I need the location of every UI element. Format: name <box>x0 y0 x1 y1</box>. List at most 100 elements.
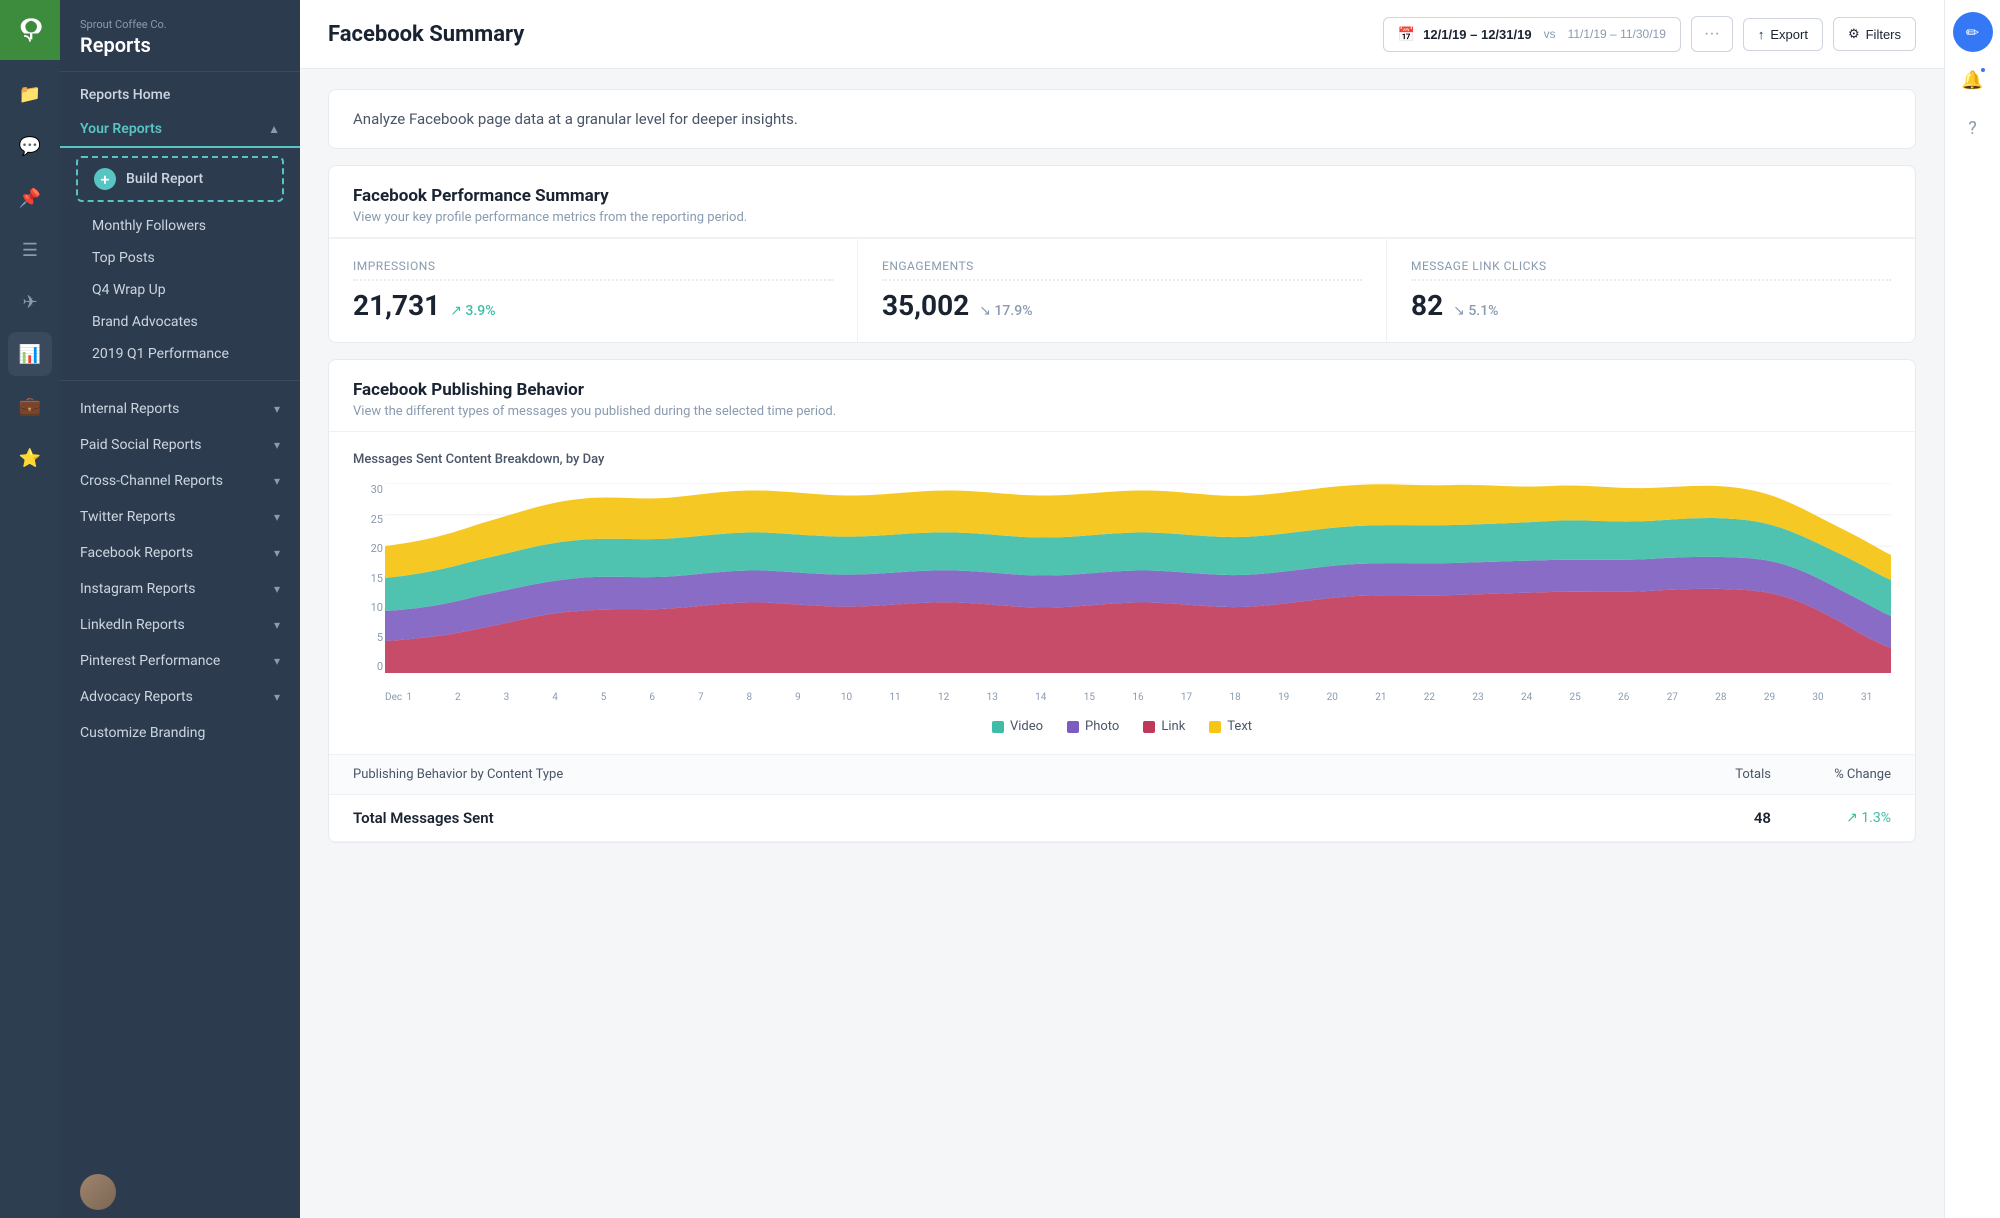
rail-star-icon[interactable]: ⭐ <box>8 436 52 480</box>
rail-pin-icon[interactable]: 📌 <box>8 176 52 220</box>
chevron-down-icon: ▾ <box>274 402 280 416</box>
sidebar-section-branding[interactable]: Customize Branding <box>60 715 300 751</box>
sidebar-section-advocacy[interactable]: Advocacy Reports ▾ <box>60 679 300 715</box>
sidebar-item-top-posts[interactable]: Top Posts <box>60 242 300 274</box>
y-label-10: 10 <box>353 601 383 614</box>
y-label-15: 15 <box>353 572 383 585</box>
right-rail: ✏ 🔔 ? <box>1944 0 2000 1218</box>
pub-table-row-0-value: 48 <box>1651 809 1771 827</box>
publishing-behavior-header: Facebook Publishing Behavior View the di… <box>329 360 1915 432</box>
engagements-change: ↘ 17.9% <box>979 303 1032 319</box>
sidebar-group-your-reports[interactable]: Your Reports ▲ <box>60 112 300 148</box>
sidebar-item-q4-wrap-up[interactable]: Q4 Wrap Up <box>60 274 300 306</box>
chart-x-labels: 1 2 3 4 5 6 7 8 9 10 11 12 13 14 <box>385 675 1891 703</box>
engagements-value: 35,002 <box>882 289 969 322</box>
x-label-7: 7 <box>676 692 725 703</box>
sidebar-build-report[interactable]: + Build Report <box>76 156 284 202</box>
export-button[interactable]: ↑ Export <box>1743 18 1823 51</box>
sidebar-section-cross-channel[interactable]: Cross-Channel Reports ▾ <box>60 463 300 499</box>
x-label-19: 19 <box>1259 692 1308 703</box>
y-label-30: 30 <box>353 483 383 496</box>
pub-table: Publishing Behavior by Content Type Tota… <box>329 754 1915 842</box>
x-label-22: 22 <box>1405 692 1454 703</box>
sidebar: Sprout Coffee Co. Reports Reports Home Y… <box>60 0 300 1218</box>
legend-video-label: Video <box>1010 719 1043 734</box>
sidebar-section-internal[interactable]: Internal Reports ▾ <box>60 391 300 427</box>
legend-link: Link <box>1143 719 1185 734</box>
x-label-24: 24 <box>1502 692 1551 703</box>
x-label-4: 4 <box>531 692 580 703</box>
sidebar-brand: Sprout Coffee Co. Reports <box>60 0 300 72</box>
x-label-9: 9 <box>774 692 823 703</box>
chart-legend: Video Photo Link Text <box>353 719 1891 734</box>
chart-title: Messages Sent Content Breakdown, by Day <box>353 452 1891 467</box>
link-clicks-label: Message Link Clicks <box>1411 259 1891 281</box>
chevron-down-icon: ▾ <box>274 510 280 524</box>
legend-photo: Photo <box>1067 719 1119 734</box>
pub-table-col-change: % Change <box>1771 767 1891 782</box>
rail-briefcase-icon[interactable]: 💼 <box>8 384 52 428</box>
chevron-down-icon: ▾ <box>274 690 280 704</box>
legend-photo-dot <box>1067 721 1079 733</box>
legend-video-dot <box>992 721 1004 733</box>
filters-button[interactable]: ⚙ Filters <box>1833 17 1916 51</box>
publishing-behavior-title: Facebook Publishing Behavior <box>353 380 1891 400</box>
sidebar-item-reports-home[interactable]: Reports Home <box>60 78 300 112</box>
chart-svg-area <box>385 483 1891 673</box>
performance-summary-title: Facebook Performance Summary <box>353 186 1891 206</box>
date-vs-label: vs <box>1544 27 1556 41</box>
sidebar-section-twitter[interactable]: Twitter Reports ▾ <box>60 499 300 535</box>
sidebar-section-linkedin[interactable]: LinkedIn Reports ▾ <box>60 607 300 643</box>
date-range-button[interactable]: 📅 12/1/19 – 12/31/19 vs 11/1/19 – 11/30/… <box>1383 17 1681 52</box>
help-icon: ? <box>1968 118 1977 139</box>
rail-list-icon[interactable]: ☰ <box>8 228 52 272</box>
metric-impressions: Impressions 21,731 ↗ 3.9% <box>329 239 858 342</box>
y-label-0: 0 <box>353 660 383 673</box>
more-options-button[interactable]: ··· <box>1691 16 1733 52</box>
sidebar-item-2019-q1[interactable]: 2019 Q1 Performance <box>60 338 300 370</box>
metrics-row: Impressions 21,731 ↗ 3.9% Engagements 35… <box>329 238 1915 342</box>
rail-send-icon[interactable]: ✈ <box>8 280 52 324</box>
date-comparison: 11/1/19 – 11/30/19 <box>1568 27 1666 41</box>
main-header: Facebook Summary 📅 12/1/19 – 12/31/19 vs… <box>300 0 1944 69</box>
rail-inbox-icon[interactable]: 💬 <box>8 124 52 168</box>
x-label-27: 27 <box>1648 692 1697 703</box>
compose-button[interactable]: ✏ <box>1953 12 1993 52</box>
x-label-11: 11 <box>871 692 920 703</box>
notifications-button[interactable]: 🔔 <box>1953 60 1993 100</box>
x-label-2: 2 <box>434 692 483 703</box>
chart-svg <box>385 483 1891 673</box>
rail-folder-icon[interactable]: 📁 <box>8 72 52 116</box>
sidebar-item-monthly-followers[interactable]: Monthly Followers <box>60 210 300 242</box>
legend-text: Text <box>1209 719 1252 734</box>
performance-summary-subtitle: View your key profile performance metric… <box>353 210 1891 225</box>
x-label-12: 12 <box>919 692 968 703</box>
x-label-25: 25 <box>1551 692 1600 703</box>
x-label-8: 8 <box>725 692 774 703</box>
brand-name: Sprout Coffee Co. <box>80 18 280 31</box>
page-title: Facebook Summary <box>328 22 524 47</box>
sidebar-section-paid-social[interactable]: Paid Social Reports ▾ <box>60 427 300 463</box>
x-label-29: 29 <box>1745 692 1794 703</box>
sprout-icon <box>16 16 44 44</box>
rail-chart-icon[interactable]: 📊 <box>8 332 52 376</box>
chart-section: Messages Sent Content Breakdown, by Day … <box>329 432 1915 754</box>
x-label-3: 3 <box>482 692 531 703</box>
user-avatar[interactable] <box>80 1174 116 1210</box>
x-label-13: 13 <box>968 692 1017 703</box>
impressions-label: Impressions <box>353 259 833 281</box>
x-label-20: 20 <box>1308 692 1357 703</box>
chevron-down-icon: ▾ <box>274 438 280 452</box>
filters-icon: ⚙ <box>1848 26 1860 42</box>
impressions-value-row: 21,731 ↗ 3.9% <box>353 289 833 322</box>
publishing-behavior-subtitle: View the different types of messages you… <box>353 404 1891 419</box>
plus-icon: + <box>94 168 116 190</box>
sidebar-section-facebook[interactable]: Facebook Reports ▾ <box>60 535 300 571</box>
sidebar-section-instagram[interactable]: Instagram Reports ▾ <box>60 571 300 607</box>
sidebar-section-pinterest[interactable]: Pinterest Performance ▾ <box>60 643 300 679</box>
link-clicks-value: 82 <box>1411 289 1443 322</box>
sidebar-item-brand-advocates[interactable]: Brand Advocates <box>60 306 300 338</box>
help-button[interactable]: ? <box>1953 108 1993 148</box>
link-clicks-change: ↘ 5.1% <box>1453 303 1498 319</box>
x-month-dec: Dec <box>385 692 402 703</box>
